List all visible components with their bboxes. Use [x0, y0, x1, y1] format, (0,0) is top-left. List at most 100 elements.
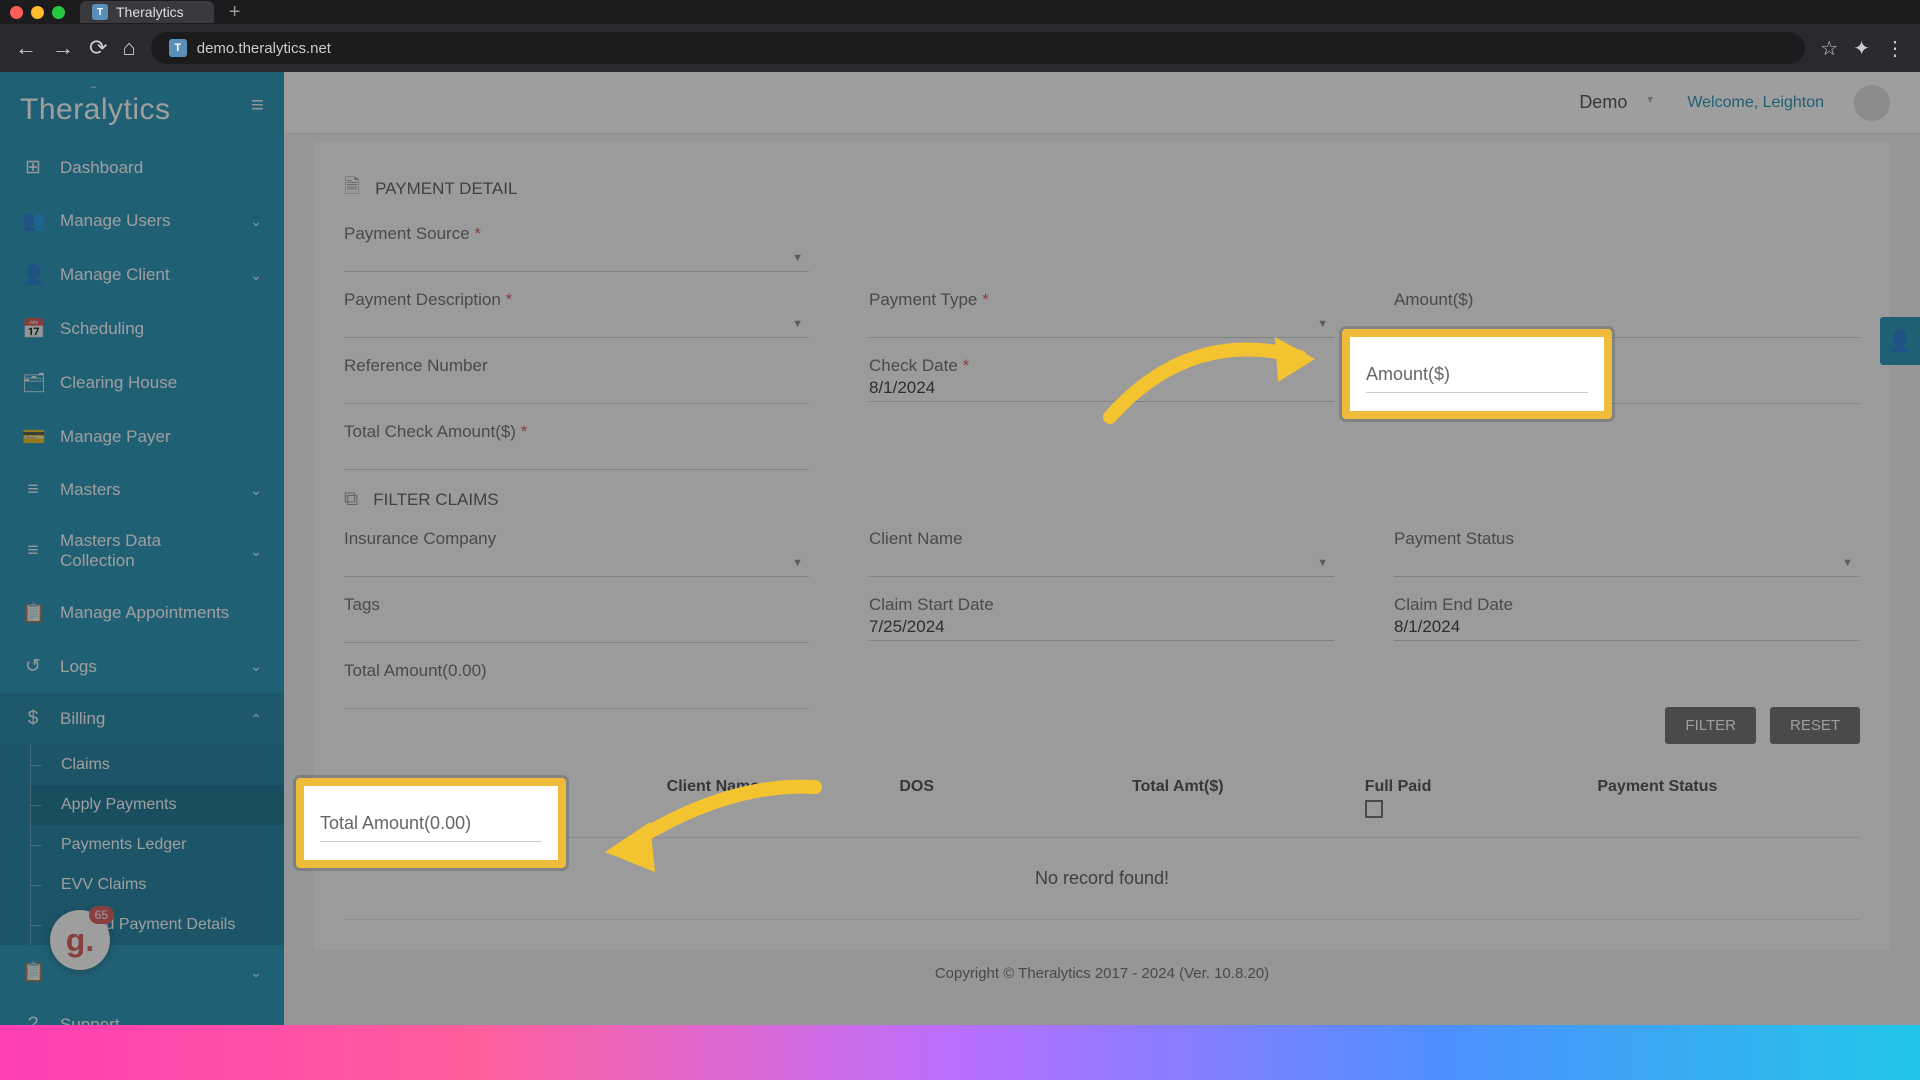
sidebar-item-label: Billing [60, 709, 234, 729]
payment-type-field[interactable]: Payment Type * ▼ [869, 290, 1334, 338]
collapse-sidebar-icon[interactable]: ≡ [251, 92, 264, 118]
reload-button[interactable]: ⟳ [89, 35, 107, 61]
no-record-message: No record found! [344, 838, 1860, 920]
home-button[interactable]: ⌂ [122, 35, 135, 61]
menu-icon[interactable]: ⋮ [1885, 36, 1905, 61]
sidebar-item[interactable]: $ Billing ⌃ [0, 693, 284, 745]
sidebar-item-label: Dashboard [60, 158, 262, 178]
payment-description-field[interactable]: Payment Description * ▼ [344, 290, 809, 338]
address-bar[interactable]: T demo.theralytics.net [151, 32, 1806, 64]
sidebar-item[interactable]: 📋⌄ [0, 945, 284, 999]
url-text: demo.theralytics.net [197, 40, 331, 57]
claim-start-date-field[interactable]: Claim Start Date 7/25/2024 [869, 595, 1334, 643]
org-selector[interactable]: Demo [1579, 92, 1657, 113]
total-amount-field[interactable]: Total Amount(0.00) [344, 661, 809, 709]
reset-button[interactable]: RESET [1770, 707, 1860, 744]
chevron-down-icon: ⌄ [250, 267, 262, 284]
browser-chrome: T Theralytics + ← → ⟳ ⌂ T demo.theralyti… [0, 0, 1920, 72]
sidebar-item-label: Logs [60, 657, 234, 677]
sidebar-item-label: Masters Data Collection [60, 531, 234, 571]
browser-toolbar: ← → ⟳ ⌂ T demo.theralytics.net ☆ ✦ ⋮ [0, 24, 1920, 72]
sidebar-sub-item[interactable]: Payments Ledger [30, 825, 284, 865]
payment-status-field[interactable]: Payment Status ▼ [1394, 529, 1859, 577]
sidebar-icon: 💳 [22, 425, 44, 449]
maximize-window-icon[interactable] [52, 6, 65, 19]
sidebar: ⌢ Theralytics ≡ ⊞ Dashboard 👥Manage Users⌄… [0, 72, 284, 1080]
sidebar-sub-item[interactable]: Claims [30, 745, 284, 785]
total-check-amount-field[interactable]: Total Check Amount($) * [344, 422, 809, 470]
claim-end-date-field[interactable]: Claim End Date 8/1/2024 [1394, 595, 1859, 643]
insurance-company-field[interactable]: Insurance Company ▼ [344, 529, 809, 577]
sidebar-item[interactable]: 👥Manage Users⌄ [0, 194, 284, 248]
back-button[interactable]: ← [15, 35, 37, 61]
avatar[interactable] [1854, 85, 1890, 121]
main-area: Demo Welcome, Leighton 🗎 PAYMENT DETAIL … [284, 72, 1920, 1080]
sidebar-item[interactable]: 💳Manage Payer [0, 410, 284, 464]
reference-number-field[interactable]: Reference Number [344, 356, 809, 404]
notification-badge: 65 [89, 906, 114, 924]
footer-text: Copyright © Theralytics 2017 - 2024 (Ver… [314, 950, 1890, 997]
floating-user-widget[interactable]: 👤 [1880, 317, 1920, 365]
sidebar-item-label: Scheduling [60, 319, 262, 339]
bottom-gradient-bar [0, 1025, 1920, 1080]
chevron-down-icon: ▼ [792, 252, 803, 264]
filter-claims-header: ⧉ FILTER CLAIMS [344, 488, 1860, 511]
full-paid-checkbox[interactable] [1365, 800, 1383, 818]
welcome-text: Welcome, Leighton [1687, 94, 1824, 112]
sidebar-sub-item[interactable]: EVV Claims [30, 865, 284, 905]
sidebar-icon: 🗂 [22, 371, 44, 395]
sidebar-item[interactable]: ⊞ Dashboard [0, 141, 284, 194]
th-payment-status: Payment Status [1597, 778, 1830, 823]
browser-tab-strip: T Theralytics + [0, 0, 1920, 24]
check-date-field[interactable]: Check Date * 8/1/2024 [869, 356, 1334, 404]
chevron-down-icon: ▼ [1842, 557, 1853, 569]
filter-button[interactable]: FILTER [1665, 707, 1756, 744]
sidebar-item[interactable]: 📅Scheduling [0, 302, 284, 356]
logo: ⌢ Theralytics [20, 82, 171, 127]
filter-icon: ⧉ [344, 488, 358, 511]
sidebar-item[interactable]: ≡Masters⌄ [0, 464, 284, 516]
sidebar-item[interactable]: ≡Masters Data Collection⌄ [0, 516, 284, 586]
sidebar-item[interactable]: 🗂Clearing House [0, 356, 284, 410]
sidebar-icon: $ [22, 708, 44, 730]
floating-help-widget[interactable]: g. 65 [50, 910, 110, 970]
app-root: ⌢ Theralytics ≡ ⊞ Dashboard 👥Manage Users⌄… [0, 72, 1920, 1080]
browser-tab[interactable]: T Theralytics [80, 1, 214, 23]
chevron-down-icon: ⌄ [250, 213, 262, 230]
client-name-field[interactable]: Client Name ▼ [869, 529, 1334, 577]
chevron-down-icon: ▼ [1317, 557, 1328, 569]
th-client-name: Client Name [667, 778, 900, 823]
sidebar-item-label: Manage Appointments [60, 603, 262, 623]
forward-button[interactable]: → [52, 35, 74, 61]
sidebar-icon: ⊞ [22, 156, 44, 179]
bookmark-icon[interactable]: ☆ [1820, 36, 1838, 61]
th-total-amt: Total Amt($) [1132, 778, 1365, 823]
sidebar-item[interactable]: 👤 Manage Client ⌄ [0, 248, 284, 302]
sidebar-icon: 📋 [22, 960, 44, 984]
tab-title: Theralytics [116, 4, 184, 20]
sidebar-sub-item[interactable]: Apply Payments [30, 785, 284, 825]
th-dos: DOS [899, 778, 1132, 823]
payment-source-field[interactable]: Payment Source * ▼ [344, 224, 809, 272]
chevron-down-icon: ⌄ [250, 964, 262, 981]
sidebar-item[interactable]: ↺ Logs ⌄ [0, 640, 284, 693]
sidebar-icon: ≡ [22, 479, 44, 501]
minimize-window-icon[interactable] [31, 6, 44, 19]
sidebar-item-label: Masters [60, 480, 234, 500]
th-full-paid: Full Paid [1365, 778, 1598, 823]
tags-field[interactable]: Tags [344, 595, 809, 643]
window-controls[interactable] [10, 6, 65, 19]
sidebar-icon: 👤 [22, 263, 44, 287]
close-window-icon[interactable] [10, 6, 23, 19]
sidebar-item[interactable]: 📋 Manage Appointments [0, 586, 284, 640]
user-plus-icon: 👤 [1888, 329, 1913, 354]
chevron-up-icon: ⌃ [250, 711, 262, 728]
extensions-icon[interactable]: ✦ [1853, 36, 1870, 61]
new-tab-button[interactable]: + [229, 1, 241, 24]
sidebar-item-label: Manage Client [60, 265, 234, 285]
sidebar-icon: 📋 [22, 601, 44, 625]
chevron-down-icon: ⌄ [250, 658, 262, 675]
claims-table-header: Claim ID Client Name DOS Total Amt($) Fu… [344, 764, 1860, 838]
sidebar-icon: ↺ [22, 655, 44, 678]
site-favicon-icon: T [169, 39, 187, 57]
